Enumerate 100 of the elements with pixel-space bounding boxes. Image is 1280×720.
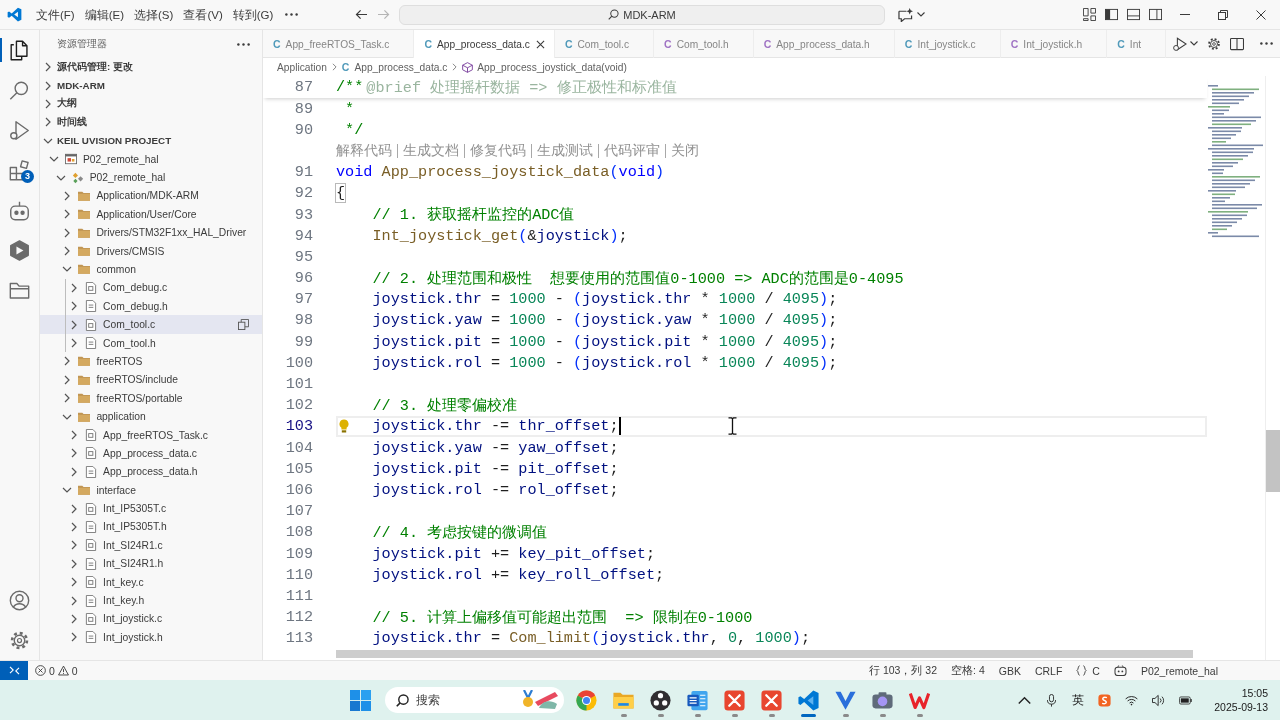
tree-item[interactable]: Com_tool.h xyxy=(40,333,262,353)
search-icon[interactable] xyxy=(9,79,30,101)
tree-item[interactable]: Com_debug.c xyxy=(40,278,262,298)
toggle-secondary-sidebar-icon[interactable] xyxy=(1148,8,1162,21)
tree-item[interactable]: Int_key.c xyxy=(40,572,262,592)
tree-item[interactable]: Application/User/Core xyxy=(40,205,262,224)
input-method-indicator[interactable]: 英 xyxy=(1072,691,1085,709)
editor-tab[interactable]: C Int_joystick.h xyxy=(1000,30,1108,58)
chevron-down-icon[interactable] xyxy=(1190,41,1198,46)
tree-item[interactable]: P02_remote_hal xyxy=(40,168,262,187)
vertical-scrollbar[interactable] xyxy=(1266,430,1280,492)
extensions-icon[interactable] xyxy=(9,159,30,181)
robot-icon[interactable] xyxy=(9,199,30,221)
tree-item[interactable]: freeRTOS xyxy=(40,352,262,371)
more-actions-icon[interactable] xyxy=(237,42,250,46)
tree-item[interactable]: Application/MDK-ARM xyxy=(40,186,262,206)
wifi-icon[interactable] xyxy=(1125,693,1139,707)
problems-button[interactable]: 0 0 xyxy=(35,664,78,677)
account-icon[interactable] xyxy=(9,589,30,611)
copy-icon[interactable] xyxy=(238,319,249,331)
status-item[interactable]: P02_remote_hal xyxy=(1140,664,1218,677)
tree-item[interactable]: App_process_data.h xyxy=(40,462,262,481)
record-disc-icon[interactable] xyxy=(650,689,671,711)
tree-item[interactable]: common xyxy=(40,260,262,279)
language-mode[interactable]: C xyxy=(1076,664,1100,677)
tree-item[interactable]: Int_SI24R1.c xyxy=(40,536,262,555)
robot-icon[interactable] xyxy=(1113,665,1127,676)
status-item[interactable]: CRLF xyxy=(1034,664,1063,677)
document-icon[interactable] xyxy=(687,689,708,711)
breadcrumb-item[interactable]: App_process_joystick_data(void) xyxy=(462,61,627,73)
status-item[interactable]: GBK xyxy=(998,664,1021,677)
tree-item[interactable]: Com_tool.c xyxy=(40,315,262,334)
ring-logo-icon[interactable] xyxy=(576,689,597,711)
split-editor-icon[interactable] xyxy=(1230,36,1244,51)
editor-tab[interactable]: C App_process_data.c xyxy=(414,30,555,58)
minimap[interactable] xyxy=(1207,84,1263,240)
hexagon-logo-icon[interactable] xyxy=(9,239,30,261)
input-method-icon[interactable] xyxy=(1098,693,1112,707)
tree-item[interactable]: freeRTOS/include xyxy=(40,370,262,390)
menu-item[interactable]: 编辑(E) xyxy=(79,4,130,25)
back-arrow-icon[interactable] xyxy=(355,9,368,20)
chat-sparkle-icon[interactable] xyxy=(898,7,913,22)
menu-item[interactable]: 选择(S) xyxy=(129,4,179,25)
tree-item[interactable]: freeRTOS/portable xyxy=(40,389,262,408)
menu-item[interactable]: 文件(F) xyxy=(31,4,80,25)
tree-item[interactable]: Int_joystick.c xyxy=(40,609,262,629)
section-header[interactable]: MDK-ARM xyxy=(40,76,262,95)
tree-item[interactable]: Int_IP5305T.h xyxy=(40,517,262,537)
section-header[interactable]: 时间线 xyxy=(40,113,262,132)
v-shape-icon[interactable] xyxy=(835,689,856,711)
search-input[interactable]: 搜索 xyxy=(416,693,506,707)
tree-item[interactable]: Int_SI24R1.h xyxy=(40,554,262,573)
files-icon[interactable] xyxy=(9,39,30,61)
restore-icon[interactable] xyxy=(1218,9,1228,20)
more-icon[interactable] xyxy=(285,13,299,16)
start-grid-icon[interactable] xyxy=(350,689,371,711)
tree-item[interactable]: App_process_data.c xyxy=(40,444,262,463)
status-item[interactable]: 行 103，列 32 xyxy=(869,663,938,678)
section-header[interactable]: 大纲 xyxy=(40,94,262,114)
battery-icon[interactable] xyxy=(1179,693,1193,707)
search-bar[interactable]: 搜索 xyxy=(385,687,564,713)
status-item[interactable]: 空格: 4 xyxy=(951,663,985,678)
settings-icon[interactable] xyxy=(1207,36,1221,51)
more-actions-icon[interactable] xyxy=(1260,42,1273,45)
breadcrumb-item[interactable]: Application xyxy=(277,61,327,73)
clock[interactable]: 15:05 2025-09-13 xyxy=(1214,686,1268,714)
lightbulb-icon[interactable] xyxy=(339,418,349,433)
run-icon[interactable] xyxy=(1173,36,1187,51)
breadcrumb-item[interactable]: C App_process_data.c xyxy=(341,61,448,73)
run-debug-icon[interactable] xyxy=(9,119,30,141)
editor-tab[interactable]: C Int xyxy=(1107,30,1167,58)
ribbon-logo-icon[interactable] xyxy=(798,689,819,711)
tree-item[interactable]: interface xyxy=(40,481,262,500)
horizontal-scrollbar[interactable] xyxy=(336,650,1193,658)
tree-item[interactable]: Int_IP5305T.c xyxy=(40,499,262,518)
tree-item[interactable]: App_freeRTOS_Task.c xyxy=(40,425,262,445)
tree-item[interactable]: Int_joystick.h xyxy=(40,628,262,647)
cross-tile-icon[interactable] xyxy=(761,689,782,711)
close-icon[interactable] xyxy=(1256,9,1266,20)
tree-item[interactable]: Int_key.h xyxy=(40,591,262,610)
tree-item[interactable]: Drivers/STM32F1xx_HAL_Driver xyxy=(40,223,262,242)
customize-layout-icon[interactable] xyxy=(1082,8,1096,21)
editor-tab[interactable]: C Int_joystick.c xyxy=(894,30,1001,58)
menu-item[interactable]: 查看(V) xyxy=(178,4,228,25)
tree-item[interactable]: Drivers/CMSIS xyxy=(40,241,262,261)
tree-item[interactable]: application xyxy=(40,407,262,426)
settings-icon[interactable] xyxy=(9,629,30,651)
editor-tab[interactable]: C Com_tool.c xyxy=(554,30,655,58)
section-header[interactable]: 源代码管理: 更改 xyxy=(40,58,262,77)
section-header[interactable]: KEIL UVISION PROJECT xyxy=(40,131,262,150)
camera-icon[interactable] xyxy=(872,689,893,711)
chevron-down-icon[interactable] xyxy=(917,12,925,17)
microphone-icon[interactable] xyxy=(1045,693,1059,707)
editor-tab[interactable]: C App_process_data.h xyxy=(753,30,895,58)
cross-tile-icon[interactable] xyxy=(724,689,745,711)
command-center[interactable]: MDK-ARM xyxy=(399,4,885,25)
toggle-panel-icon[interactable] xyxy=(1126,8,1140,21)
toggle-sidebar-icon[interactable] xyxy=(1104,8,1118,21)
remote-button[interactable] xyxy=(0,661,28,680)
close-icon[interactable] xyxy=(536,39,546,49)
